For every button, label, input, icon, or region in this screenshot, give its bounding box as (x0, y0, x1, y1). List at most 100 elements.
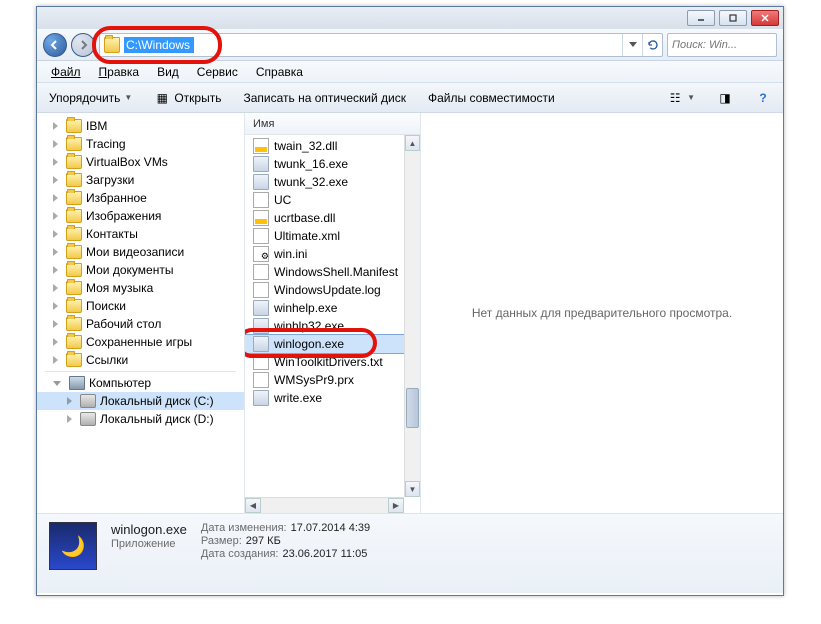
scroll-down-button[interactable]: ▼ (405, 481, 420, 497)
tree-item[interactable]: Сохраненные игры (37, 333, 244, 351)
search-box[interactable] (667, 33, 777, 57)
tree-item[interactable]: VirtualBox VMs (37, 153, 244, 171)
back-button[interactable] (43, 33, 67, 57)
folder-icon (66, 155, 82, 169)
file-icon (253, 192, 269, 208)
file-row[interactable]: WMSysPr9.prx (245, 371, 420, 389)
address-input[interactable] (124, 37, 194, 53)
tree-item-label: Рабочий стол (86, 317, 161, 331)
tree-item[interactable]: Изображения (37, 207, 244, 225)
file-icon (253, 264, 269, 280)
refresh-button[interactable] (642, 34, 662, 56)
details-created: 23.06.2017 11:05 (283, 548, 368, 560)
horizontal-scrollbar[interactable]: ◀ ▶ (245, 497, 404, 513)
menu-help[interactable]: Справка (248, 63, 311, 81)
file-name: UC (274, 193, 291, 207)
file-icon (253, 156, 269, 172)
file-name: WMSysPr9.prx (274, 373, 354, 387)
tree-item-label: Ссылки (86, 353, 128, 367)
file-icon (253, 210, 269, 226)
folder-icon (66, 263, 82, 277)
tree-item[interactable]: Tracing (37, 135, 244, 153)
tree-item-drive[interactable]: Локальный диск (C:) (37, 392, 244, 410)
file-row[interactable]: winlogon.exe (245, 335, 420, 353)
file-row[interactable]: winhelp.exe (245, 299, 420, 317)
file-name: twunk_16.exe (274, 157, 348, 171)
file-row[interactable]: twunk_16.exe (245, 155, 420, 173)
nav-tree[interactable]: IBMTracing VirtualBox VMs ЗагрузкиИзбранно… (37, 113, 245, 513)
expand-icon (53, 158, 58, 166)
file-row[interactable]: UC (245, 191, 420, 209)
vertical-scrollbar[interactable]: ▲ ▼ (404, 135, 420, 497)
explorer-window: Файл Правка Вид Сервис Справка Упорядочи… (36, 6, 784, 596)
maximize-button[interactable] (719, 10, 747, 26)
expand-icon (53, 338, 58, 346)
file-row[interactable]: winhlp32.exe (245, 317, 420, 335)
burn-button[interactable]: Записать на оптический диск (237, 89, 412, 107)
menu-edit[interactable]: Правка (91, 63, 148, 81)
file-name: twain_32.dll (274, 139, 337, 153)
tree-item[interactable]: Рабочий стол (37, 315, 244, 333)
tree-item-label: VirtualBox VMs (86, 155, 168, 169)
scroll-left-button[interactable]: ◀ (245, 498, 261, 513)
disk-icon (80, 412, 96, 426)
tree-item[interactable]: Моя музыка (37, 279, 244, 297)
expand-icon (53, 248, 58, 256)
column-header-name[interactable]: Имя (245, 113, 420, 135)
tree-item[interactable]: Контакты (37, 225, 244, 243)
menu-view[interactable]: Вид (149, 63, 187, 81)
file-name: ucrtbase.dll (274, 211, 335, 225)
view-mode-button[interactable]: ☷▼ (661, 88, 701, 108)
file-row[interactable]: write.exe (245, 389, 420, 407)
tree-item-computer[interactable]: Компьютер (37, 374, 244, 392)
tree-item[interactable]: Поиски (37, 297, 244, 315)
organize-button[interactable]: Упорядочить ▼ (43, 89, 138, 107)
file-row[interactable]: twain_32.dll (245, 137, 420, 155)
tree-item[interactable]: Ссылки (37, 351, 244, 369)
file-row[interactable]: ucrtbase.dll (245, 209, 420, 227)
file-icon (253, 138, 269, 154)
scroll-thumb[interactable] (406, 388, 419, 428)
title-bar (37, 7, 783, 29)
file-row[interactable]: twunk_32.exe (245, 173, 420, 191)
forward-button[interactable] (71, 33, 95, 57)
file-row[interactable]: win.ini (245, 245, 420, 263)
file-thumbnail (49, 522, 97, 570)
address-bar[interactable] (99, 33, 663, 57)
computer-icon (69, 376, 85, 390)
scroll-up-button[interactable]: ▲ (405, 135, 420, 151)
file-row[interactable]: WindowsShell.Manifest (245, 263, 420, 281)
tree-item[interactable]: IBM (37, 117, 244, 135)
file-name: twunk_32.exe (274, 175, 348, 189)
folder-icon (66, 317, 82, 331)
tree-item[interactable]: Мои видеозаписи (37, 243, 244, 261)
open-button[interactable]: ▦Открыть (148, 88, 227, 108)
file-name: Ultimate.xml (274, 229, 340, 243)
folder-icon (66, 353, 82, 367)
file-pane: Имя twain_32.dll twunk_16.exe twunk_32.exe… (245, 113, 783, 513)
toolbar: Упорядочить ▼ ▦Открыть Записать на оптич… (37, 83, 783, 113)
file-row[interactable]: Ultimate.xml (245, 227, 420, 245)
compat-button[interactable]: Файлы совместимости (422, 89, 561, 107)
tree-item[interactable]: Загрузки (37, 171, 244, 189)
help-button[interactable]: ? (749, 88, 777, 108)
menu-file[interactable]: Файл (43, 63, 89, 81)
folder-icon (66, 137, 82, 151)
tree-item[interactable]: Избранное (37, 189, 244, 207)
scroll-right-button[interactable]: ▶ (388, 498, 404, 513)
file-icon (253, 228, 269, 244)
menu-bar: Файл Правка Вид Сервис Справка (37, 61, 783, 83)
expand-icon (53, 176, 58, 184)
minimize-button[interactable] (687, 10, 715, 26)
file-row[interactable]: WindowsUpdate.log (245, 281, 420, 299)
preview-pane-button[interactable]: ◨ (711, 88, 739, 108)
file-row[interactable]: WinToolkitDrivers.txt (245, 353, 420, 371)
tree-item[interactable]: Мои документы (37, 261, 244, 279)
menu-tools[interactable]: Сервис (189, 63, 246, 81)
expand-icon (53, 194, 58, 202)
address-dropdown-button[interactable] (622, 34, 642, 56)
tree-item-drive[interactable]: Локальный диск (D:) (37, 410, 244, 428)
close-button[interactable] (751, 10, 779, 26)
search-input[interactable] (672, 39, 772, 51)
folder-icon (66, 335, 82, 349)
